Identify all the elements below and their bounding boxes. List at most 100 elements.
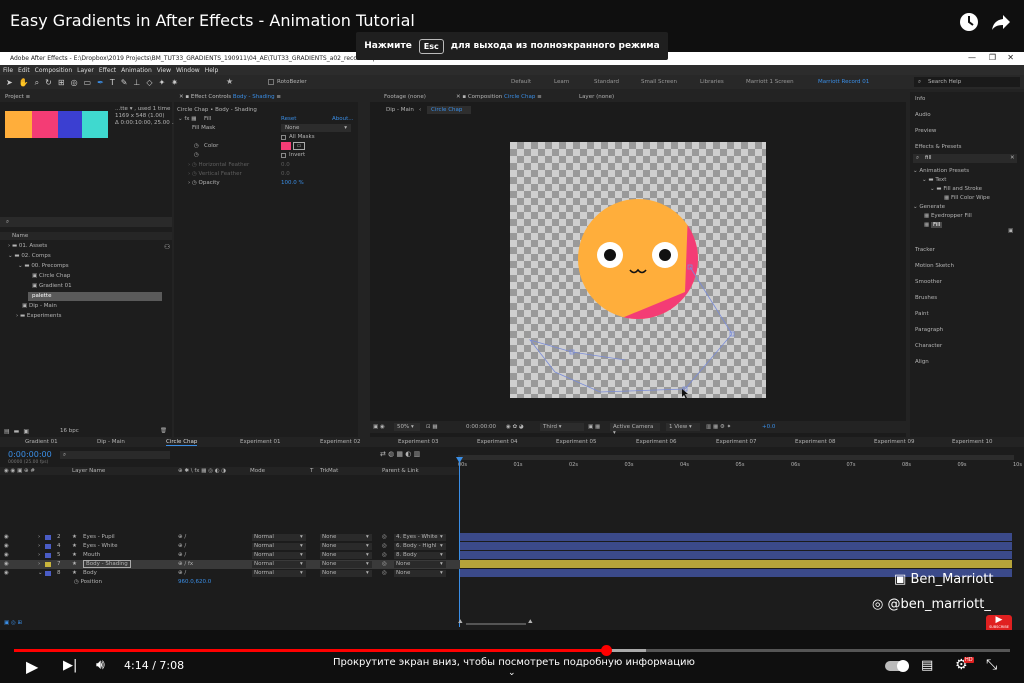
menu-window[interactable]: Window [176, 67, 200, 75]
zoom-out-icon[interactable]: ⛰ [458, 619, 463, 626]
tree-generate[interactable]: ⌄ Generate [913, 204, 945, 210]
visibility-icon[interactable]: ◉ [4, 534, 9, 540]
layer-row[interactable]: ◉ › 4 ★ Eyes - White ⊕ / Normal ▾ None ▾ ◎ 6. Body … [0, 542, 460, 551]
project-item-gradient-01[interactable]: ▣ Gradient 01 [32, 283, 72, 289]
fill-color-swatch[interactable] [281, 142, 291, 150]
trkmat-dropdown[interactable]: None ▾ [320, 543, 372, 550]
interpret-footage-icon[interactable]: ▤ [4, 428, 10, 435]
project-item-comps[interactable]: ⌄ ▬ 02. Comps [8, 253, 51, 259]
timeline-switch-icons[interactable]: ⇄ ◍ ▦ ◐ ▥ [380, 450, 420, 458]
timeline-tab[interactable]: Gradient 01 [25, 439, 58, 445]
effects-presets-tab[interactable]: Effects & Presets [915, 144, 962, 150]
about-link[interactable]: About... [332, 116, 354, 122]
timeline-tab[interactable]: Experiment 06 [636, 439, 677, 445]
paint-tab[interactable]: Paint [915, 311, 929, 317]
pickwhip-icon[interactable]: ◎ [382, 552, 387, 558]
parent-dropdown[interactable]: 6. Body - Highl ▾ [394, 543, 446, 550]
pan-tool-icon[interactable]: ◎ [71, 78, 78, 88]
fill-mask-dropdown[interactable]: None ▾ [281, 124, 351, 132]
expand-arrow-icon[interactable]: › [38, 561, 40, 567]
timeline-tab[interactable]: Experiment 02 [320, 439, 361, 445]
effects-search-field[interactable]: ⌕ fill ✕ [913, 154, 1017, 163]
clear-search-icon[interactable]: ✕ [1010, 155, 1015, 161]
mode-dropdown[interactable]: Normal ▾ [252, 561, 306, 568]
footage-tab[interactable]: Footage (none) [384, 94, 426, 100]
timeline-search-field[interactable]: ⌕ [60, 451, 170, 459]
workspace-libraries[interactable]: Libraries [700, 79, 724, 85]
hand-tool-icon[interactable]: ✋ [19, 78, 29, 88]
project-tab[interactable]: Project ≡ [0, 92, 172, 102]
tree-animation-presets[interactable]: ⌄ Animation Presets [913, 168, 969, 174]
timeline-tab[interactable]: Experiment 10 [952, 439, 993, 445]
trkmat-dropdown[interactable]: None ▾ [320, 561, 372, 568]
visibility-icon[interactable]: ◉ [4, 561, 9, 567]
layer-tab[interactable]: Layer (none) [579, 94, 614, 100]
tree-eyedropper-fill[interactable]: ▦ Eyedropper Fill [924, 213, 972, 219]
timeline-timecode[interactable]: 0:00:00:00 [8, 450, 52, 459]
expand-arrow-icon[interactable]: ⌄ [38, 570, 43, 576]
camera-dropdown[interactable]: Active Camera ▾ [610, 423, 660, 436]
project-item-precomps[interactable]: ⌄ ▬ 00. Precomps [18, 263, 69, 269]
parent-dropdown[interactable]: 4. Eyes - White ▾ [394, 534, 446, 541]
project-item-experiments[interactable]: › ▬ Experiments [16, 313, 62, 319]
layer-name[interactable]: Eyes - Pupil [83, 534, 115, 540]
new-folder-icon[interactable]: ▬ [14, 428, 20, 435]
tracker-tab[interactable]: Tracker [915, 247, 935, 253]
zoom-dropdown[interactable]: 50% ▾ [394, 423, 420, 431]
mode-dropdown[interactable]: Normal ▾ [252, 570, 306, 577]
project-item-dip-main[interactable]: ▣ Dip - Main [22, 303, 57, 309]
bpc-label[interactable]: 16 bpc [60, 428, 79, 434]
align-tab[interactable]: Align [915, 359, 929, 365]
workspace-learn[interactable]: Learn [554, 79, 569, 85]
label-color-swatch[interactable] [45, 544, 51, 549]
layer-duration-bar[interactable] [460, 533, 1012, 541]
pen-tool-icon[interactable]: ✒ [97, 78, 104, 88]
workspace-marriott-1-screen[interactable]: Marriott 1 Screen [746, 79, 794, 85]
layer-duration-bar[interactable] [460, 560, 1012, 568]
timeline-tab[interactable]: Experiment 09 [874, 439, 915, 445]
menu-layer[interactable]: Layer [77, 67, 94, 75]
position-property-value[interactable]: 960.0,620.0 [178, 579, 211, 585]
pickwhip-icon[interactable]: ◎ [382, 561, 387, 567]
roto-tool-icon[interactable]: ✦ [159, 78, 166, 88]
tree-fill[interactable]: ▦ Fill [924, 222, 943, 228]
label-color-swatch[interactable] [45, 562, 51, 567]
pickwhip-icon[interactable]: ◎ [382, 534, 387, 540]
chevron-down-icon[interactable]: ⌄ [508, 668, 516, 678]
label-color-swatch[interactable] [45, 571, 51, 576]
audio-panel-tab[interactable]: Audio [915, 112, 931, 118]
composition-tab[interactable]: ✕ ▪ Composition Circle Chap ≡ [456, 94, 542, 100]
reset-link[interactable]: Reset [281, 116, 296, 122]
tree-fill-and-stroke[interactable]: ⌄ ▬ Fill and Stroke [930, 186, 982, 192]
viewer-timecode[interactable]: 0:00:00:00 [466, 424, 496, 430]
expand-arrow-icon[interactable]: › [38, 534, 40, 540]
breadcrumb-circle-chap[interactable]: Circle Chap [427, 106, 471, 114]
trkmat-dropdown[interactable]: None ▾ [320, 552, 372, 559]
menu-animation[interactable]: Animation [121, 67, 152, 75]
vertical-feather-value[interactable]: 0.0 [281, 171, 290, 177]
visibility-icon[interactable]: ◉ [4, 543, 9, 549]
minimize-icon[interactable]: — [968, 53, 976, 62]
mode-dropdown[interactable]: Normal ▾ [252, 543, 306, 550]
brushes-tab[interactable]: Brushes [915, 295, 937, 301]
mode-dropdown[interactable]: Normal ▾ [252, 552, 306, 559]
trkmat-dropdown[interactable]: None ▾ [320, 534, 372, 541]
trash-icon[interactable]: 🗑 [160, 428, 167, 434]
eyedropper-icon[interactable]: ▭ [293, 142, 305, 150]
opacity-value[interactable]: 100.0 % [281, 180, 304, 186]
fast-preview-icon[interactable]: ▥ ▦ ⚙ ✦ [706, 424, 731, 430]
effect-controls-tab[interactable]: ✕ ▪ Effect Controls Body - Shading ≡ [174, 92, 358, 102]
volume-icon[interactable]: 🔊︎ [96, 657, 105, 673]
menu-composition[interactable]: Composition [35, 67, 72, 75]
flowchart-icon[interactable]: ⚇ [164, 243, 170, 251]
layer-switches[interactable]: ⊕ / [178, 534, 186, 540]
views-dropdown[interactable]: 1 View ▾ [666, 423, 700, 431]
mode-dropdown[interactable]: Normal ▾ [252, 534, 306, 541]
rect-tool-icon[interactable]: ▭ [84, 78, 92, 88]
motion-sketch-tab[interactable]: Motion Sketch [915, 263, 954, 269]
info-panel-tab[interactable]: Info [915, 96, 925, 102]
region-icon[interactable]: ▣ ▦ [588, 424, 600, 430]
label-color-swatch[interactable] [45, 535, 51, 540]
zoom-slider[interactable] [466, 623, 526, 625]
progress-scrubber[interactable] [601, 645, 612, 656]
